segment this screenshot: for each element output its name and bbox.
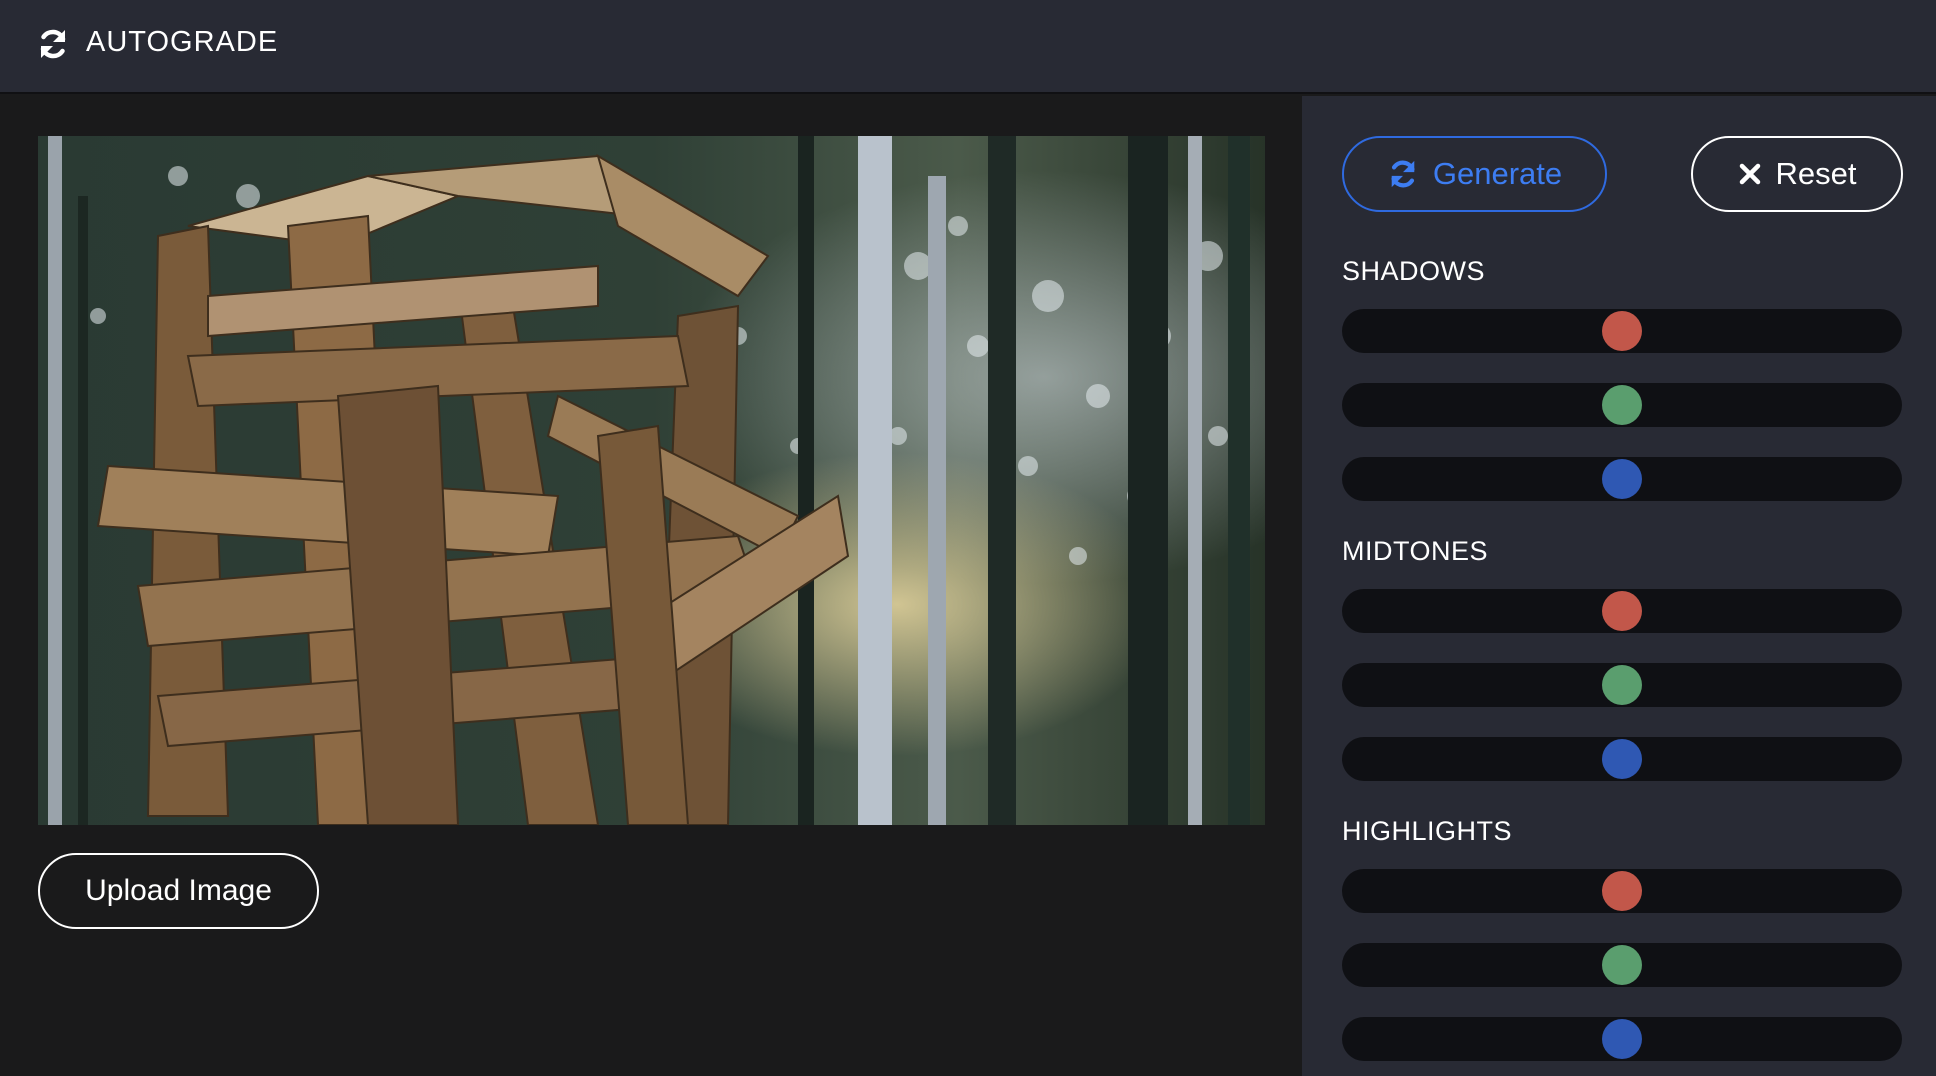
- reset-button[interactable]: Reset: [1691, 136, 1903, 212]
- sync-icon: [36, 27, 70, 61]
- generate-label: Generate: [1432, 156, 1563, 191]
- slider-thumb[interactable]: [1602, 665, 1642, 705]
- upload-image-button[interactable]: Upload Image: [38, 853, 319, 929]
- slider-thumb[interactable]: [1602, 385, 1642, 425]
- image-preview: [38, 136, 1265, 825]
- app-root: AUTOGRADE Upload Image Generate Reset SH…: [0, 0, 1936, 1076]
- highlights-blue-slider[interactable]: [1342, 1017, 1902, 1061]
- slider-thumb[interactable]: [1602, 459, 1642, 499]
- app-header: AUTOGRADE: [0, 0, 1936, 94]
- grading-panel: Generate Reset SHADOWS MIDTONES HIGHLIGH…: [1302, 96, 1936, 1076]
- slider-thumb[interactable]: [1602, 871, 1642, 911]
- slider-thumb[interactable]: [1602, 945, 1642, 985]
- shadows-red-slider[interactable]: [1342, 309, 1902, 353]
- main-area: Upload Image: [0, 96, 1302, 1076]
- shadows-blue-slider[interactable]: [1342, 457, 1902, 501]
- reset-label: Reset: [1775, 156, 1857, 191]
- midtones-label: MIDTONES: [1342, 536, 1489, 566]
- highlights-red-slider[interactable]: [1342, 869, 1902, 913]
- midtones-red-slider[interactable]: [1342, 589, 1902, 633]
- generate-button[interactable]: Generate: [1342, 136, 1607, 212]
- midtones-green-slider[interactable]: [1342, 663, 1902, 707]
- shadows-green-slider[interactable]: [1342, 383, 1902, 427]
- app-title: AUTOGRADE: [86, 26, 279, 58]
- highlights-label: HIGHLIGHTS: [1342, 816, 1513, 846]
- slider-thumb[interactable]: [1602, 739, 1642, 779]
- shadows-label: SHADOWS: [1342, 256, 1486, 286]
- slider-thumb[interactable]: [1602, 311, 1642, 351]
- midtones-blue-slider[interactable]: [1342, 737, 1902, 781]
- close-icon: [1738, 162, 1762, 186]
- sync-icon: [1387, 158, 1419, 190]
- highlights-green-slider[interactable]: [1342, 943, 1902, 987]
- slider-thumb[interactable]: [1602, 591, 1642, 631]
- forest-sculpture-photo: [38, 136, 1265, 825]
- slider-thumb[interactable]: [1602, 1019, 1642, 1059]
